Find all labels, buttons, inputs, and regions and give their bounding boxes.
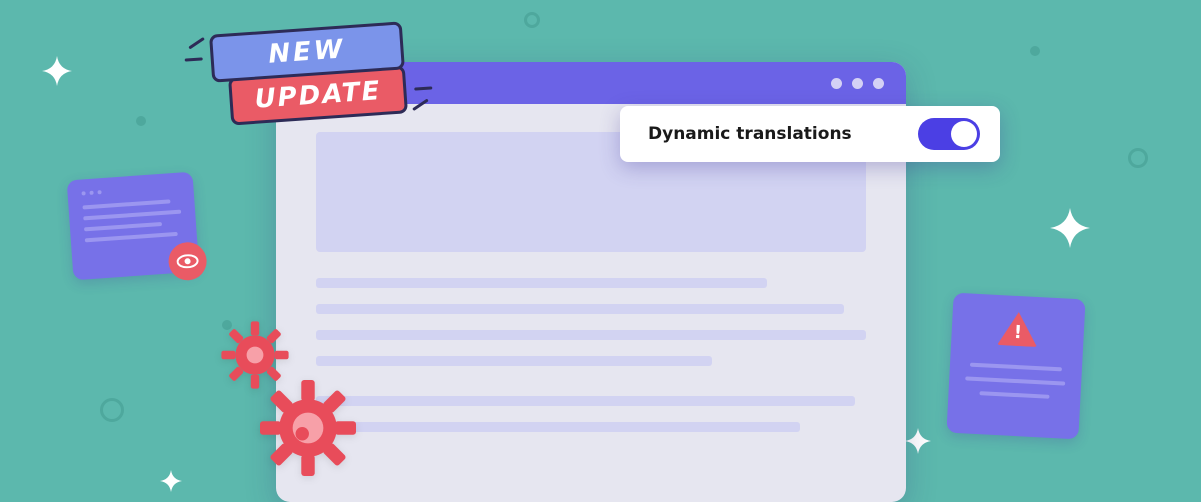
sparkle-icon	[160, 470, 182, 492]
content-line	[316, 304, 844, 314]
sparkle-icon	[1050, 208, 1090, 248]
window-control-icon[interactable]	[873, 78, 884, 89]
dynamic-translations-card: Dynamic translations	[620, 106, 1000, 162]
preview-card	[67, 172, 200, 281]
sparkle-icon	[42, 56, 72, 86]
toggle-label: Dynamic translations	[648, 124, 852, 144]
window-control-icon[interactable]	[852, 78, 863, 89]
content-line	[316, 422, 800, 432]
circle-fill	[1030, 46, 1040, 56]
content-line	[316, 396, 855, 406]
toggle-knob	[951, 121, 977, 147]
eye-icon	[167, 241, 208, 282]
content-line	[316, 330, 866, 340]
sparkle-icon	[905, 428, 931, 454]
gear-icon	[260, 380, 356, 476]
content-line	[316, 278, 767, 288]
dynamic-translations-toggle[interactable]	[918, 118, 980, 150]
warning-icon	[997, 311, 1039, 347]
content-line	[316, 356, 712, 366]
warning-card	[946, 293, 1085, 440]
circle-deco	[100, 398, 124, 422]
circle-fill	[136, 116, 146, 126]
circle-deco	[1128, 148, 1148, 168]
circle-deco	[524, 12, 540, 28]
window-control-icon[interactable]	[831, 78, 842, 89]
new-update-badge: NEW UPDATE	[209, 21, 408, 126]
